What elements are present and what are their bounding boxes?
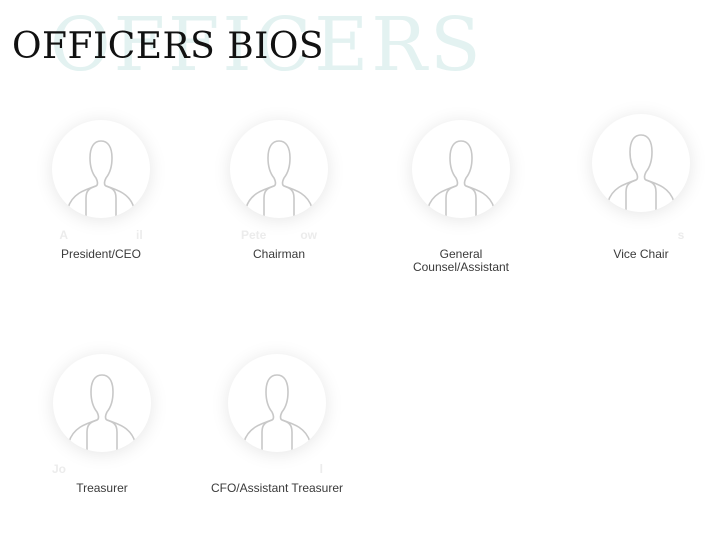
officer-title: Chairman	[252, 247, 306, 261]
officer-title: CFO/Assistant Treasurer	[210, 481, 344, 495]
officer-title: Vice Chair	[613, 247, 669, 261]
officer-title: President/CEO	[60, 247, 142, 261]
officer-card[interactable]: Jo Treasurer	[12, 354, 192, 495]
officer-name: Jo	[52, 462, 67, 476]
officer-name: Pete ow	[240, 228, 318, 242]
person-silhouette-icon	[245, 140, 313, 218]
avatar[interactable]	[230, 120, 328, 218]
person-silhouette-icon	[243, 374, 311, 452]
officer-name: Ail	[59, 228, 143, 242]
person-silhouette-icon	[68, 374, 136, 452]
officer-card[interactable]: s Vice Chair	[551, 114, 727, 261]
officer-card[interactable]: General Counsel/Assistant	[371, 120, 551, 274]
officer-name: s	[677, 228, 685, 242]
page-title: OFFICERS BIOS	[12, 26, 325, 67]
person-silhouette-icon	[607, 134, 675, 212]
officer-card[interactable]: Ail President/CEO	[11, 120, 191, 261]
officer-name	[371, 228, 551, 242]
officer-card[interactable]: l CFO/Assistant Treasurer	[187, 354, 367, 495]
avatar[interactable]	[228, 354, 326, 452]
avatar[interactable]	[412, 120, 510, 218]
avatar[interactable]	[592, 114, 690, 212]
avatar[interactable]	[52, 120, 150, 218]
officer-title: Treasurer	[76, 481, 128, 495]
officer-title: General Counsel/Assistant	[412, 247, 510, 274]
person-silhouette-icon	[427, 140, 495, 218]
person-silhouette-icon	[67, 140, 135, 218]
officer-card[interactable]: Pete ow Chairman	[189, 120, 369, 261]
officer-name: l	[319, 462, 323, 476]
avatar[interactable]	[53, 354, 151, 452]
